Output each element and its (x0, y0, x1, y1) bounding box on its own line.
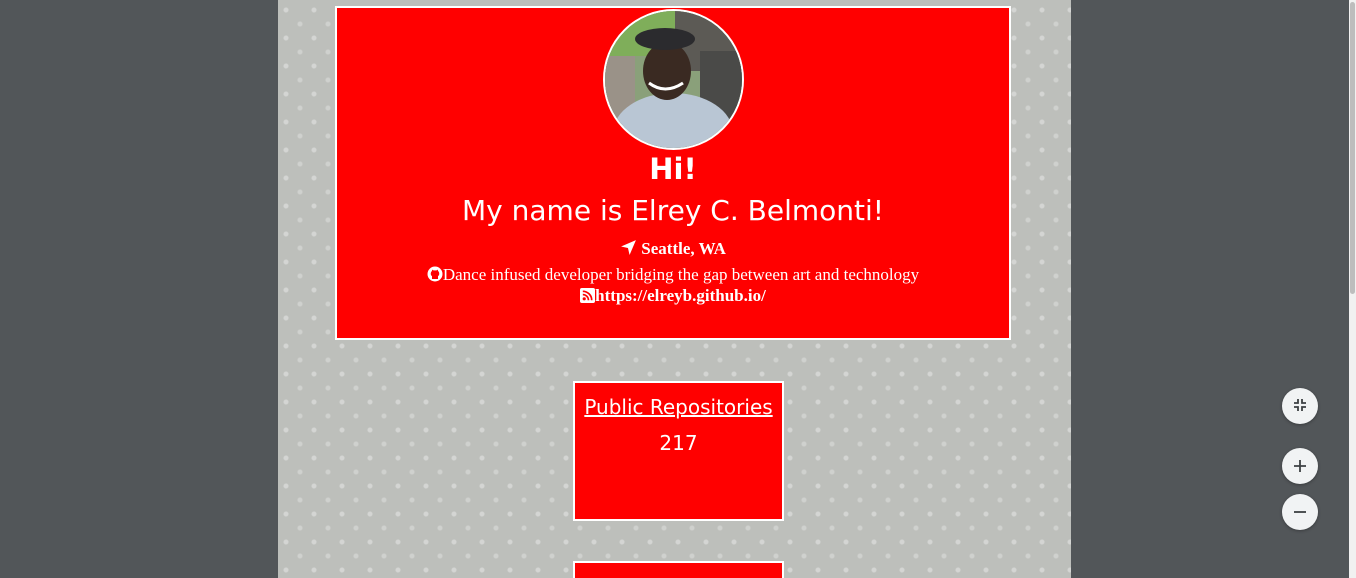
plus-icon (1293, 454, 1307, 478)
name-heading: My name is Elrey C. Belmonti! (462, 194, 884, 227)
stat-card (573, 561, 784, 578)
public-repositories-count: 217 (659, 431, 698, 455)
public-repositories-link[interactable]: Public Repositories (575, 395, 782, 419)
greeting-heading: Hi! (649, 152, 697, 186)
fit-to-page-button[interactable] (1282, 388, 1318, 424)
zoom-in-button[interactable] (1282, 448, 1318, 484)
location-text: Seattle, WA (641, 239, 726, 258)
website-line[interactable]: https://elreyb.github.io/ (337, 286, 1009, 308)
pdf-viewer: Hi! My name is Elrey C. Belmonti! Seattl… (0, 0, 1356, 578)
minus-icon (1293, 500, 1307, 524)
bio-line: Dance infused developer bridging the gap… (337, 265, 1009, 287)
vertical-scrollbar[interactable] (1349, 0, 1356, 578)
rss-icon (580, 288, 596, 308)
avatar (603, 9, 744, 150)
stat-card-public-repositories: Public Repositories 217 (573, 381, 784, 521)
location-arrow-icon (620, 239, 637, 261)
scrollbar-thumb[interactable] (1350, 2, 1355, 294)
bio-text: Dance infused developer bridging the gap… (442, 265, 920, 284)
fit-to-page-icon (1292, 394, 1308, 418)
github-icon (427, 266, 443, 287)
website-link[interactable]: https://elreyb.github.io/ (595, 286, 766, 305)
location-line: Seattle, WA (337, 239, 1009, 261)
profile-header: Hi! My name is Elrey C. Belmonti! Seattl… (335, 6, 1011, 340)
zoom-out-button[interactable] (1282, 494, 1318, 530)
document-page: Hi! My name is Elrey C. Belmonti! Seattl… (278, 0, 1071, 578)
